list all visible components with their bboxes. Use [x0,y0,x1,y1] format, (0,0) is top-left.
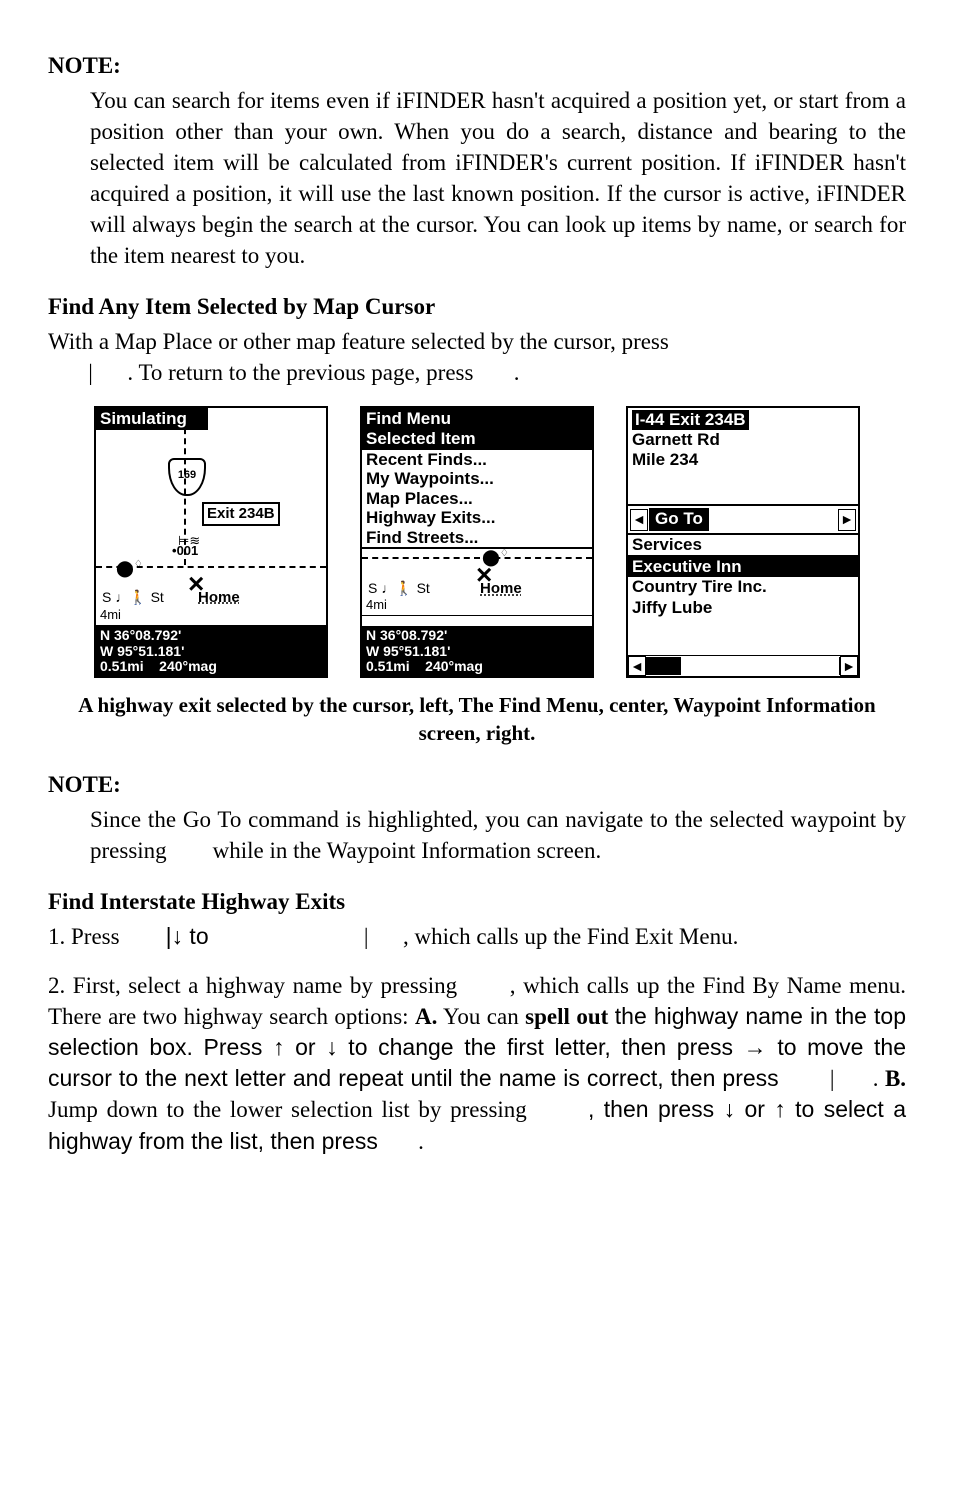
sim-title: Simulating [96,408,208,430]
map-area-small: ⬤♢ × S ♩🚶 St Home 4mi [362,549,592,616]
h-scrollbar[interactable]: ◄ ► [628,655,858,676]
route-shield: 169 [168,458,206,496]
dot-icon: ⬤♢ [116,558,143,580]
exit-road: Garnett Rd [632,430,854,450]
menu-item[interactable]: Map Places... [362,489,592,509]
menu-item[interactable]: Recent Finds... [362,450,592,470]
exit-info-box: I-44 Exit 234B Garnett Rd Mile 234 [628,408,858,506]
text: . To return to the previous page, press [127,360,473,385]
text: Jump down to the lower selection list by… [48,1097,527,1122]
services-label: Services [628,535,858,557]
map-area: 169 Exit 234B ⊨≋ •001 ⬤♢ × S ♩🚶 St Home … [96,430,326,626]
status-bar: N 36°08.792' W 95°51.181' 0.51mi 240°mag [362,626,592,676]
text: | [364,924,369,949]
text: . [418,1129,424,1154]
text: 2. First, select a highway name by press… [48,973,457,998]
status-bar: N 36°08.792' W 95°51.181' 0.51mi 240°mag [96,626,326,676]
dist: 0.51mi [100,658,144,674]
exit-title: I-44 Exit 234B [632,410,749,430]
figure-caption: A highway exit selected by the cursor, l… [48,692,906,747]
text: You can [443,1004,519,1029]
find-any-body: With a Map Place or other map feature se… [48,326,906,388]
menu-item[interactable]: My Waypoints... [362,469,592,489]
text: . [873,1066,879,1091]
screen-find-menu: Find Menu Selected Item Recent Finds... … [360,406,594,678]
find-menu-title: Find Menu Selected Item [362,408,592,449]
lon: W 95°51.181' [100,644,322,659]
left-arrow-icon[interactable]: ◄ [630,509,648,531]
list-item[interactable]: Country Tire Inc. [628,577,858,597]
home-label: Home [198,588,240,608]
text: while in the Waypoint Information screen… [213,838,602,863]
menu-item[interactable]: Find Streets... [362,528,592,550]
note-body: You can search for items even if iFINDER… [90,85,906,271]
right-arrow-icon[interactable]: ► [838,509,856,531]
lat: N 36°08.792' [100,628,322,643]
step-1: 1. Press |↓ to | , which calls up the Fi… [48,921,906,952]
lon: W 95°51.181' [366,644,588,659]
text: , which calls up the Find Exit Menu. [403,924,738,949]
scroll-left-icon[interactable]: ◄ [628,656,646,676]
screen-waypoint-info: I-44 Exit 234B Garnett Rd Mile 234 ◄ Go … [626,406,860,678]
spell-out-label: spell out [525,1004,608,1029]
find-hwy-heading: Find Interstate Highway Exits [48,886,906,917]
note-body-2: Since the Go To command is highlighted, … [90,804,906,866]
option-a-label: A. [415,1004,437,1029]
dist: 0.51mi [366,658,410,674]
screenshots-row: Simulating 169 Exit 234B ⊨≋ •001 ⬤♢ × S … [48,406,906,678]
scroll-right-icon[interactable]: ► [840,656,858,676]
scale-label: 4mi [366,596,387,614]
option-b-label: B. [885,1066,906,1091]
goto-label[interactable]: Go To [649,508,709,531]
note-heading: NOTE: [48,50,906,81]
screen-map: Simulating 169 Exit 234B ⊨≋ •001 ⬤♢ × S … [94,406,328,678]
text: With a Map Place or other map feature se… [48,329,669,354]
text: . [514,360,520,385]
lat: N 36°08.792' [366,628,588,643]
step-2: 2. First, select a highway name by press… [48,970,906,1156]
text: | [88,360,93,385]
find-any-heading: Find Any Item Selected by Map Cursor [48,291,906,322]
exit-mile: Mile 234 [632,450,854,470]
zoom-level: •001 [172,542,198,560]
text: 1. Press [48,924,120,949]
exit-label: Exit 234B [202,502,280,526]
scale-label: 4mi [100,606,121,624]
bearing: 240°mag [159,658,217,674]
goto-row[interactable]: ◄ Go To ► [628,506,858,535]
note-heading-2: NOTE: [48,769,906,800]
home-label: Home [480,579,522,599]
text: |↓ to [166,923,209,949]
list-item[interactable]: Jiffy Lube [628,598,858,618]
text: | [830,1066,835,1091]
menu-item[interactable]: Highway Exits... [362,508,592,528]
bearing: 240°mag [425,658,483,674]
services-list: Executive Inn Country Tire Inc. Jiffy Lu… [628,557,858,677]
s-label: S ♩🚶 St [102,588,164,607]
list-item[interactable]: Executive Inn [628,557,858,577]
